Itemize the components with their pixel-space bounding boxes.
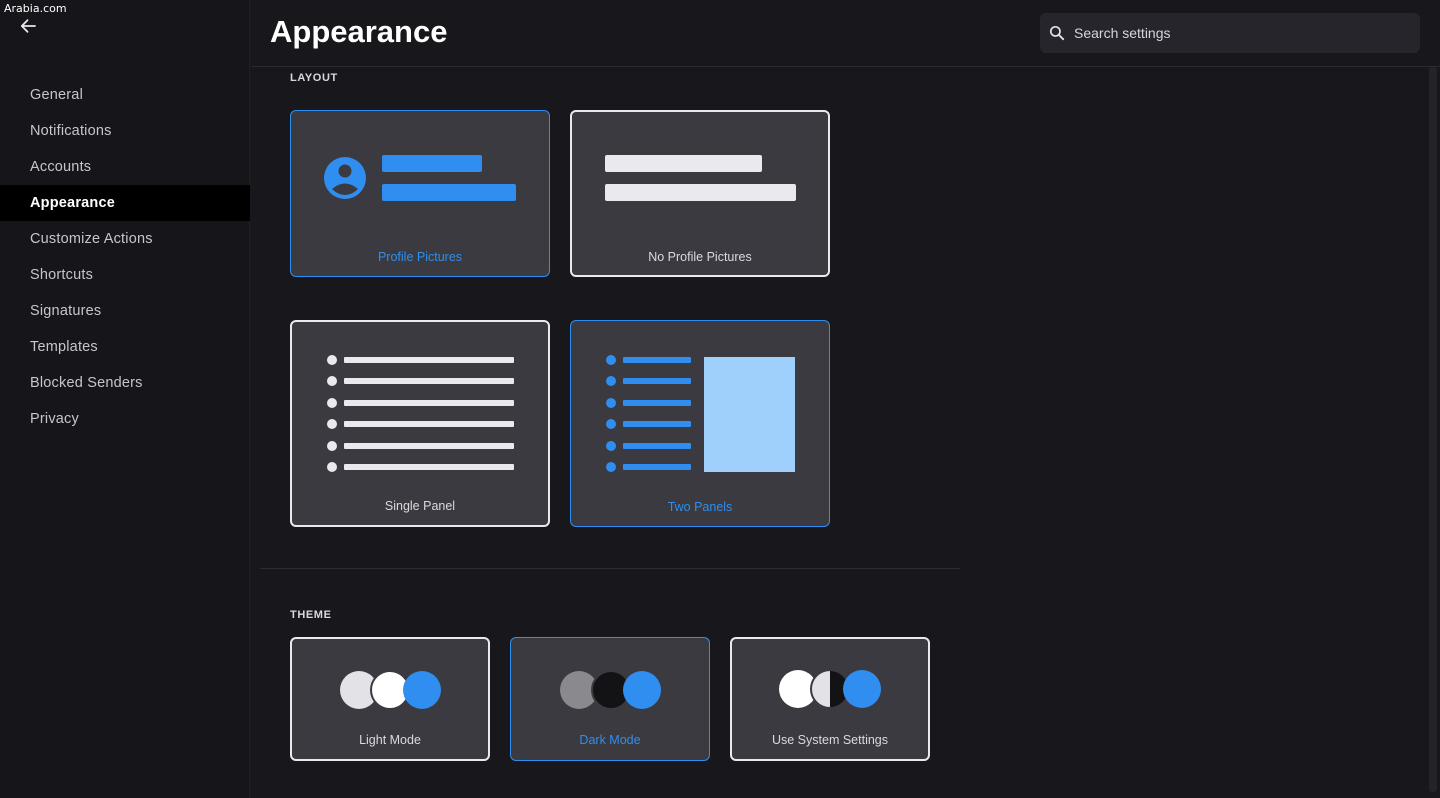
sidebar: General Notifications Accounts Appearanc… [0, 0, 250, 798]
scrollbar[interactable] [1429, 67, 1437, 792]
layout-option-two-panels[interactable]: Two Panels [570, 320, 830, 527]
page-header: Appearance [251, 0, 1440, 67]
layout-section-title: LAYOUT [290, 72, 338, 84]
card-label: Dark Mode [579, 733, 641, 747]
sidebar-item-shortcuts[interactable]: Shortcuts [0, 257, 250, 293]
appearance-content: LAYOUT Profile Pictures No Profile Pictu… [251, 67, 1426, 798]
no-profile-pictures-preview [605, 155, 796, 201]
system-settings-swatches [779, 669, 881, 709]
sidebar-item-templates[interactable]: Templates [0, 329, 250, 365]
back-button[interactable] [14, 12, 42, 40]
sidebar-item-accounts[interactable]: Accounts [0, 149, 250, 185]
settings-nav: General Notifications Accounts Appearanc… [0, 77, 250, 437]
sidebar-item-notifications[interactable]: Notifications [0, 113, 250, 149]
dark-mode-swatches [560, 670, 661, 710]
sidebar-item-customize-actions[interactable]: Customize Actions [0, 221, 250, 257]
card-label: Profile Pictures [377, 250, 463, 264]
layout-option-single-panel[interactable]: Single Panel [290, 320, 550, 527]
search-input[interactable] [1072, 24, 1396, 42]
card-label: Light Mode [359, 733, 421, 747]
sidebar-item-general[interactable]: General [0, 77, 250, 113]
theme-option-system-settings[interactable]: Use System Settings [730, 637, 930, 761]
theme-option-light-mode[interactable]: Light Mode [290, 637, 490, 761]
card-label: Single Panel [384, 499, 456, 513]
card-label: Use System Settings [771, 733, 888, 747]
profile-pictures-preview [324, 155, 516, 201]
sidebar-item-signatures[interactable]: Signatures [0, 293, 250, 329]
magnifier-icon [1049, 25, 1065, 41]
layout-option-profile-pictures[interactable]: Profile Pictures [290, 110, 550, 277]
theme-section-title: THEME [290, 609, 332, 621]
card-label: Two Panels [667, 500, 733, 514]
watermark-text: Arabia.com [4, 2, 67, 15]
sidebar-item-privacy[interactable]: Privacy [0, 401, 250, 437]
arrow-left-icon [19, 17, 37, 35]
layout-option-no-profile-pictures[interactable]: No Profile Pictures [570, 110, 830, 277]
theme-option-dark-mode[interactable]: Dark Mode [510, 637, 710, 761]
card-label: No Profile Pictures [648, 250, 752, 264]
sidebar-item-blocked-senders[interactable]: Blocked Senders [0, 365, 250, 401]
sidebar-item-appearance[interactable]: Appearance [0, 185, 250, 221]
section-divider [260, 568, 960, 569]
single-panel-preview [327, 355, 514, 472]
page-title: Appearance [270, 14, 448, 49]
search-box[interactable] [1040, 13, 1420, 53]
two-panels-preview [606, 355, 795, 472]
light-mode-swatches [340, 670, 441, 710]
